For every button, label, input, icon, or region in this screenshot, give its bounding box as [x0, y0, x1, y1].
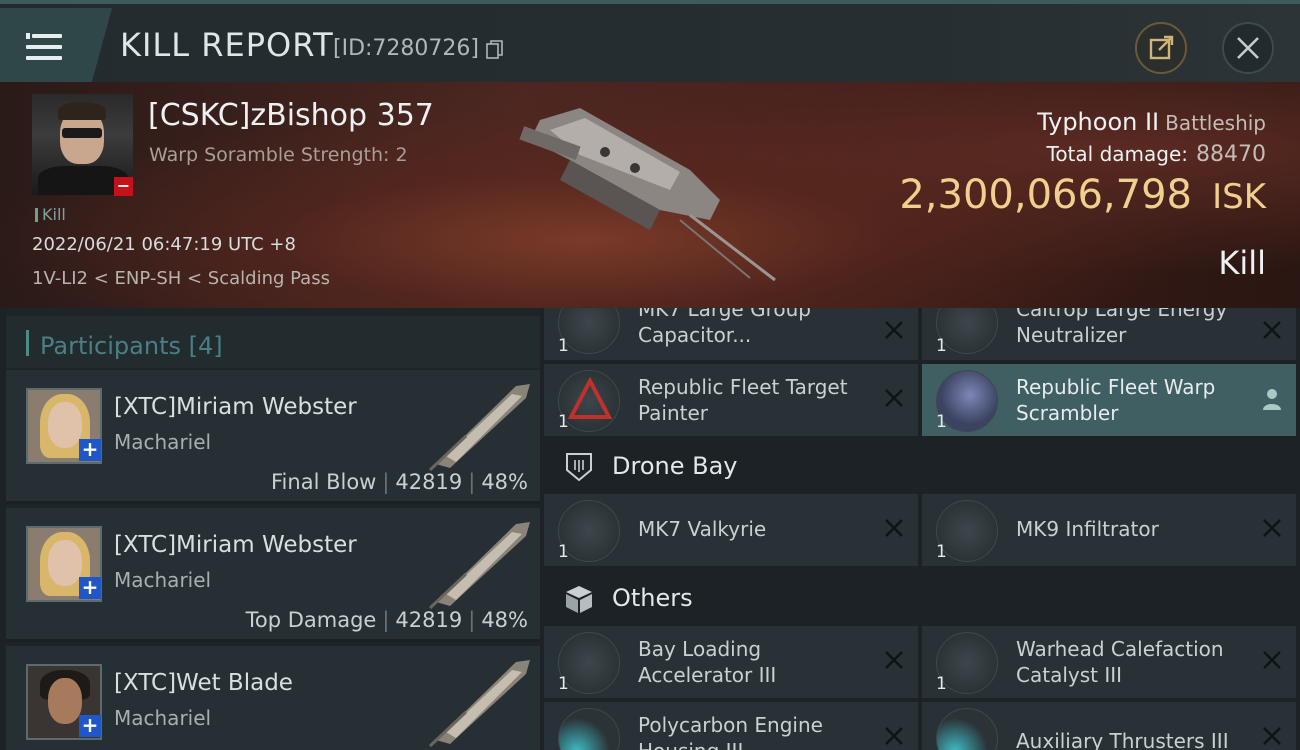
participant-ship: Machariel — [114, 706, 212, 730]
destroyed-x-icon — [1263, 321, 1281, 339]
module-name: MK7 Large Group Capacitor... — [638, 308, 811, 347]
user-icon — [1263, 389, 1281, 410]
drone-item[interactable]: 1 MK7 Valkyrie — [544, 494, 918, 566]
victim-banner: − [CSKC]zBishop 357 Warp Soramble Streng… — [0, 82, 1300, 308]
participants-title: Participants [4] — [40, 332, 223, 360]
participant-name[interactable]: [XTC]Wet Blade — [114, 670, 293, 696]
polycarbon-engine-housing-icon — [558, 708, 620, 750]
victim-ship[interactable]: Typhoon II Battleship — [1037, 108, 1266, 136]
drone-name: MK7 Valkyrie — [638, 517, 767, 541]
destroyed-x-icon — [885, 651, 903, 669]
rig-name: Warhead Calefaction Catalyst III — [1016, 637, 1224, 687]
friendly-standing-badge: + — [79, 577, 101, 599]
destroyed-x-icon — [885, 321, 903, 339]
friendly-standing-badge: + — [79, 715, 101, 737]
module-item-dropped[interactable]: 1 Republic Fleet Warp Scrambler — [922, 364, 1296, 436]
destroyed-x-icon — [1263, 651, 1281, 669]
hamburger-menu-icon — [26, 33, 62, 62]
isk-unit: ISK — [1212, 177, 1266, 217]
share-button[interactable] — [1135, 22, 1187, 74]
rig-name: Auxiliary Thrusters III — [1016, 729, 1229, 750]
participant-name[interactable]: [XTC]Miriam Webster — [114, 394, 357, 420]
participant-ship: Machariel — [114, 430, 212, 454]
cube-icon — [566, 586, 592, 613]
kill-time: 2022/06/21 06:47:19 UTC +8 — [32, 234, 296, 255]
participants-header[interactable]: Participants [4] — [6, 316, 540, 368]
rig-item[interactable]: 1 Auxiliary Thrusters III — [922, 702, 1296, 750]
participant-stats: Final Blow | 42819 | 48% — [271, 470, 528, 494]
result-label: Kill — [1218, 244, 1266, 282]
destroyed-x-icon — [885, 389, 903, 407]
friendly-standing-badge: + — [79, 439, 101, 461]
module-name: Republic Fleet Target Painter — [638, 375, 848, 425]
menu-button[interactable] — [0, 8, 112, 82]
participant-ship-image — [428, 384, 530, 472]
participant-row[interactable]: + [XTC]Miriam Webster Machariel Final Bl… — [6, 370, 540, 504]
copy-icon[interactable] — [486, 40, 504, 60]
participant-ship: Machariel — [114, 568, 212, 592]
victim-ship-image[interactable] — [510, 100, 790, 290]
share-external-icon — [1149, 35, 1174, 60]
close-icon — [1237, 37, 1259, 59]
ship-name: Typhoon II — [1037, 108, 1160, 136]
module-name: Republic Fleet Warp Scrambler — [1016, 375, 1216, 425]
report-id: [ID:7280726] — [333, 36, 479, 61]
others-header: Others — [544, 570, 1300, 628]
destroyed-x-icon — [885, 519, 903, 537]
destroyed-x-icon — [1263, 519, 1281, 537]
destroyed-x-icon — [1263, 727, 1281, 745]
page-title: KILL REPORT — [120, 26, 334, 64]
total-damage-label: Total damage: — [1046, 142, 1189, 166]
rig-name: Polycarbon Engine Housing III — [638, 713, 823, 750]
participant-ship-image — [428, 660, 530, 748]
close-button[interactable] — [1222, 22, 1274, 74]
warp-scramble-strength: Warp Soramble Strength: 2 — [149, 144, 408, 166]
module-item[interactable]: 1 Republic Fleet Target Painter — [544, 364, 918, 436]
drone-name: MK9 Infiltrator — [1016, 517, 1159, 541]
module-item[interactable]: 1 Caltrop Large Energy Neutralizer — [922, 308, 1296, 360]
participant-stats: Top Damage | 42819 | 48% — [245, 608, 528, 632]
participant-ship-image — [428, 522, 530, 610]
victim-name[interactable]: [CSKC]zBishop 357 — [148, 98, 434, 133]
fitting-list: 1 MK7 Large Group Capacitor... 1 Caltrop… — [544, 308, 1300, 750]
header-bar: KILL REPORT [ID:7280726] — [0, 0, 1300, 82]
kill-location[interactable]: 1V-LI2 < ENP-SH < Scalding Pass — [32, 268, 330, 289]
isk-value: 2,300,066,798 — [899, 172, 1192, 218]
participant-row[interactable]: + [XTC]Wet Blade Machariel — [6, 646, 540, 750]
rig-item[interactable]: 1 Warhead Calefaction Catalyst III — [922, 626, 1296, 698]
drone-bay-icon — [566, 453, 592, 482]
total-damage: Total damage: 88470 — [1047, 142, 1267, 167]
auxiliary-thrusters-icon — [936, 708, 998, 750]
kill-tag: Kill — [35, 205, 66, 224]
total-damage-value: 88470 — [1196, 142, 1266, 167]
participants-panel: Participants [4] + [XTC]Miriam Webster M… — [6, 308, 540, 750]
hostile-standing-badge: − — [114, 177, 133, 196]
rig-item[interactable]: 1 Polycarbon Engine Housing III — [544, 702, 918, 750]
drone-bay-header: Drone Bay — [544, 438, 1300, 496]
module-item[interactable]: 1 MK7 Large Group Capacitor... — [544, 308, 918, 360]
ship-class: Battleship — [1165, 111, 1266, 135]
participant-name[interactable]: [XTC]Miriam Webster — [114, 532, 357, 558]
rig-name: Bay Loading Accelerator III — [638, 637, 777, 687]
module-name: Caltrop Large Energy Neutralizer — [1016, 308, 1228, 347]
rig-item[interactable]: 1 Bay Loading Accelerator III — [544, 626, 918, 698]
drone-item[interactable]: 1 MK9 Infiltrator — [922, 494, 1296, 566]
destroyed-x-icon — [885, 727, 903, 745]
participant-row[interactable]: + [XTC]Miriam Webster Machariel Top Dama… — [6, 508, 540, 642]
